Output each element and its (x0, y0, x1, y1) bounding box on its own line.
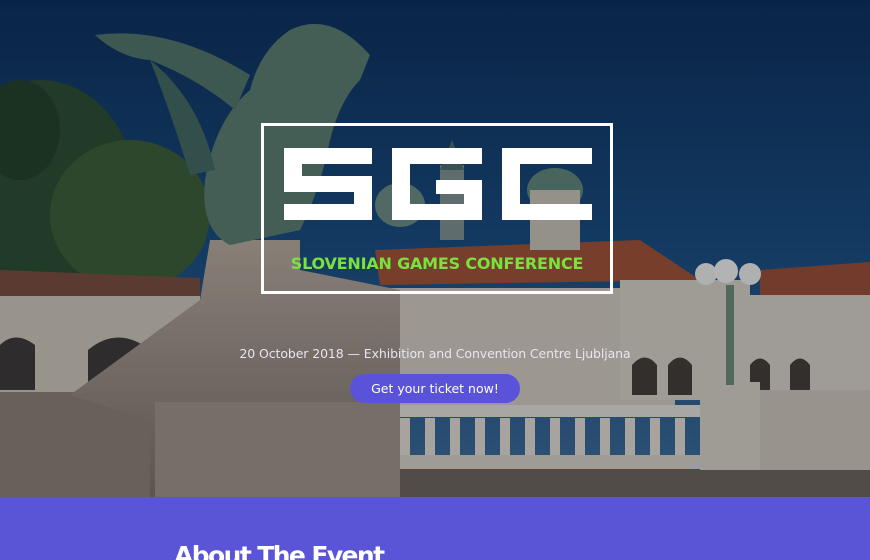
logo-subtitle: SLOVENIAN GAMES CONFERENCE (290, 254, 584, 273)
about-title: About The Event (174, 541, 385, 560)
hero-section: SLOVENIAN GAMES CONFERENCE 20 October 20… (0, 0, 870, 497)
event-date-venue: 20 October 2018 — Exhibition and Convent… (239, 346, 631, 361)
about-section: About The Event (0, 497, 870, 560)
get-ticket-button[interactable]: Get your ticket now! (350, 374, 520, 403)
logo-letters-sgc (284, 148, 592, 220)
sgc-logo: SLOVENIAN GAMES CONFERENCE (261, 123, 613, 294)
